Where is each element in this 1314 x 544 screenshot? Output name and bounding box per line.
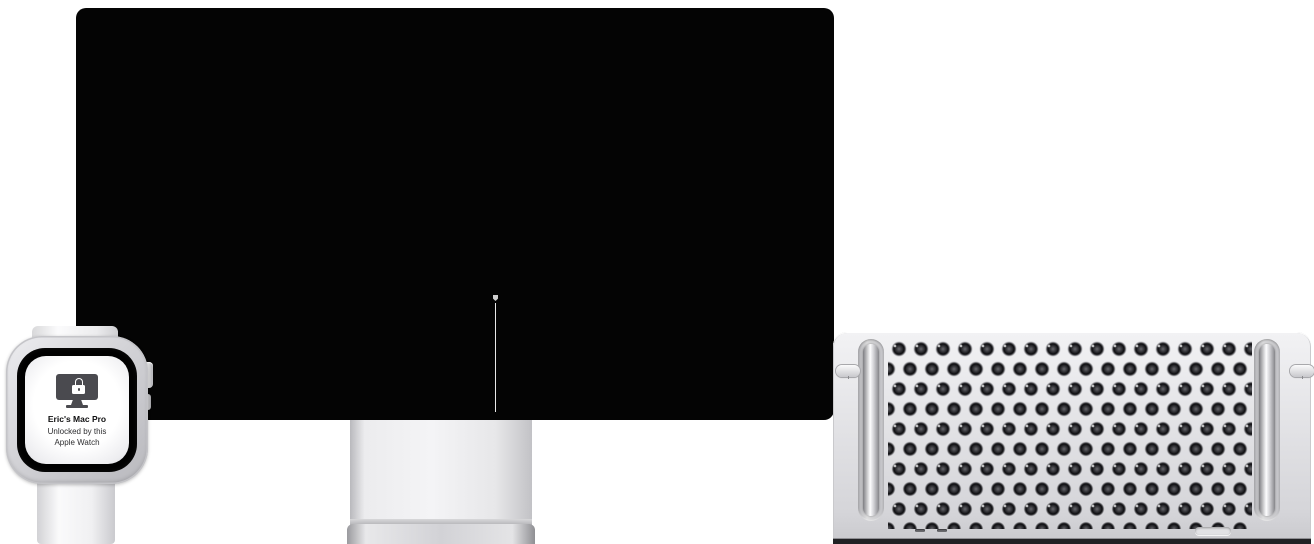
mac-pro-slot-2	[937, 529, 947, 532]
mac-pro-base-shadow	[833, 537, 1311, 544]
mac-pro-slot-oval	[1195, 527, 1231, 535]
pro-display-xdr	[76, 8, 834, 420]
watch-message-title: Eric's Mac Pro	[47, 414, 107, 424]
mac-pro-latch-left[interactable]	[836, 365, 860, 379]
mac-pro-slot-1	[915, 529, 925, 532]
scene: ▤ ▣ ✶ ▤ ▦ ▥ ⤴ 7680 x 4320 | 23.98 fps, S…	[0, 0, 1314, 544]
watch-band-bottom	[37, 478, 115, 544]
mac-pro-grille	[888, 339, 1252, 529]
mac-pro-handle-right	[1254, 339, 1280, 521]
lock-icon	[72, 378, 85, 394]
watch-message-line1: Unlocked by this	[47, 427, 107, 436]
mac-pro-handle-left	[858, 339, 884, 521]
display-glyph	[56, 374, 98, 400]
timeline-playhead[interactable]	[495, 303, 496, 412]
locked-display-icon	[54, 374, 100, 412]
mac-pro	[833, 332, 1314, 544]
pro-stand-neck	[350, 418, 532, 526]
watch-message-line2: Apple Watch	[54, 438, 100, 447]
pro-stand-base	[347, 524, 535, 544]
mac-pro-latch-right[interactable]	[1290, 365, 1314, 379]
